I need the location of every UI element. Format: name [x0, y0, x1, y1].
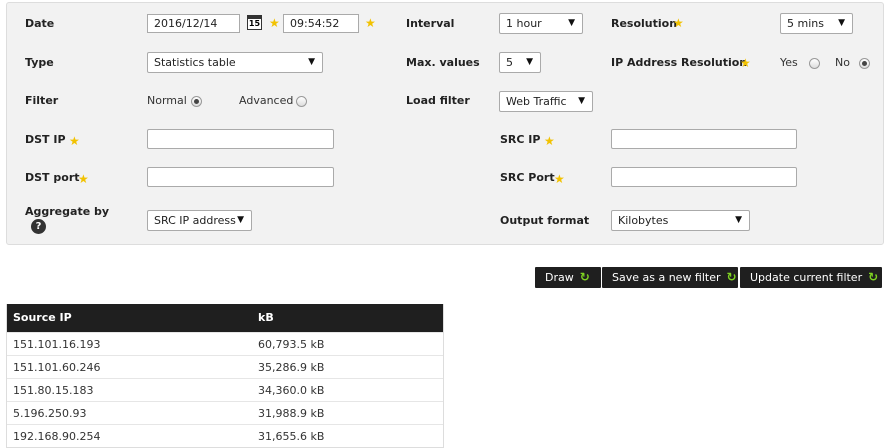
ip-resolution-label: IP Address Resolution	[611, 56, 748, 69]
results-table: Source IP kB 151.101.16.193 60,793.5 kB …	[6, 304, 444, 448]
time-input[interactable]: 09:54:52	[283, 14, 359, 33]
load-filter-select[interactable]: Web Traffic ▼	[499, 91, 593, 112]
help-icon[interactable]: ?	[31, 219, 46, 234]
save-new-filter-label: Save as a new filter	[612, 271, 721, 284]
date-label: Date	[25, 17, 55, 30]
chevron-down-icon: ▼	[308, 57, 315, 67]
star-icon: ★	[554, 172, 565, 186]
column-header-kb[interactable]: kB	[258, 304, 274, 332]
cell-source-ip: 151.80.15.183	[13, 384, 94, 397]
cell-source-ip: 5.196.250.93	[13, 407, 87, 420]
src-ip-input[interactable]	[611, 129, 797, 149]
column-header-source-ip[interactable]: Source IP	[13, 304, 72, 332]
table-row: 151.80.15.183 34,360.0 kB	[7, 378, 443, 401]
max-values-label: Max. values	[406, 56, 480, 69]
filter-label: Filter	[25, 94, 59, 107]
filter-advanced-radio[interactable]	[296, 96, 307, 107]
aggregate-by-label: Aggregate by	[25, 205, 110, 218]
calendar-icon[interactable]: 15	[247, 15, 262, 30]
chevron-down-icon: ▼	[735, 215, 742, 225]
cell-source-ip: 151.101.60.246	[13, 361, 101, 374]
table-row: 151.101.60.246 35,286.9 kB	[7, 355, 443, 378]
interval-select[interactable]: 1 hour ▼	[499, 13, 583, 34]
cell-source-ip: 151.101.16.193	[13, 338, 101, 351]
type-value: Statistics table	[154, 56, 236, 69]
src-ip-label: SRC IP	[500, 133, 541, 146]
star-icon: ★	[269, 16, 280, 30]
cell-kb: 35,286.9 kB	[258, 361, 325, 374]
draw-label: Draw	[545, 271, 574, 284]
output-format-label: Output format	[500, 214, 590, 227]
refresh-icon: ↻	[579, 270, 590, 284]
dst-ip-label: DST IP	[25, 133, 66, 146]
dst-port-label: DST port	[25, 171, 80, 184]
resolution-value: 5 mins	[787, 17, 824, 30]
interval-value: 1 hour	[506, 17, 542, 30]
aggregate-by-select[interactable]: SRC IP address ▼	[147, 210, 252, 231]
refresh-icon: ↻	[868, 270, 879, 284]
filter-panel	[6, 2, 884, 245]
interval-label: Interval	[406, 17, 455, 30]
resolution-label: Resolution	[611, 17, 678, 30]
load-filter-label: Load filter	[406, 94, 470, 107]
star-icon: ★	[78, 172, 89, 186]
dst-ip-input[interactable]	[147, 129, 334, 149]
star-icon: ★	[69, 134, 80, 148]
draw-button[interactable]: Draw ↻	[535, 267, 601, 288]
table-row: 5.196.250.93 31,988.9 kB	[7, 401, 443, 424]
star-icon: ★	[365, 16, 376, 30]
cell-source-ip: 192.168.90.254	[13, 430, 101, 443]
cell-kb: 34,360.0 kB	[258, 384, 325, 397]
ip-resolution-no-label: No	[835, 56, 850, 69]
cell-kb: 60,793.5 kB	[258, 338, 325, 351]
table-header: Source IP kB	[7, 304, 443, 332]
filter-advanced-label: Advanced	[239, 94, 294, 107]
chevron-down-icon: ▼	[526, 57, 533, 67]
update-current-filter-button[interactable]: Update current filter ↻	[740, 267, 882, 288]
aggregate-by-value: SRC IP address	[154, 214, 236, 227]
filter-normal-radio[interactable]	[191, 96, 202, 107]
chevron-down-icon: ▼	[237, 215, 244, 225]
date-input[interactable]: 2016/12/14	[147, 14, 240, 33]
load-filter-value: Web Traffic	[506, 95, 567, 108]
update-current-filter-label: Update current filter	[750, 271, 863, 284]
type-select[interactable]: Statistics table ▼	[147, 52, 323, 73]
cell-kb: 31,655.6 kB	[258, 430, 325, 443]
chevron-down-icon: ▼	[568, 18, 575, 28]
save-new-filter-button[interactable]: Save as a new filter ↻	[602, 267, 738, 288]
output-format-select[interactable]: Kilobytes ▼	[611, 210, 750, 231]
star-icon: ★	[740, 56, 751, 70]
ip-resolution-yes-radio[interactable]	[809, 58, 820, 69]
chevron-down-icon: ▼	[838, 18, 845, 28]
chevron-down-icon: ▼	[578, 96, 585, 106]
output-format-value: Kilobytes	[618, 214, 669, 227]
refresh-icon: ↻	[726, 270, 737, 284]
star-icon: ★	[673, 16, 684, 30]
type-label: Type	[25, 56, 54, 69]
filter-normal-label: Normal	[147, 94, 187, 107]
src-port-label: SRC Port	[500, 171, 555, 184]
max-values-select[interactable]: 5 ▼	[499, 52, 541, 73]
cell-kb: 31,988.9 kB	[258, 407, 325, 420]
ip-resolution-no-radio[interactable]	[859, 58, 870, 69]
resolution-select[interactable]: 5 mins ▼	[780, 13, 853, 34]
max-values-value: 5	[506, 56, 513, 69]
dst-port-input[interactable]	[147, 167, 334, 187]
table-row: 151.101.16.193 60,793.5 kB	[7, 332, 443, 355]
table-row: 192.168.90.254 31,655.6 kB	[7, 424, 443, 447]
star-icon: ★	[544, 134, 555, 148]
ip-resolution-yes-label: Yes	[780, 56, 798, 69]
src-port-input[interactable]	[611, 167, 797, 187]
